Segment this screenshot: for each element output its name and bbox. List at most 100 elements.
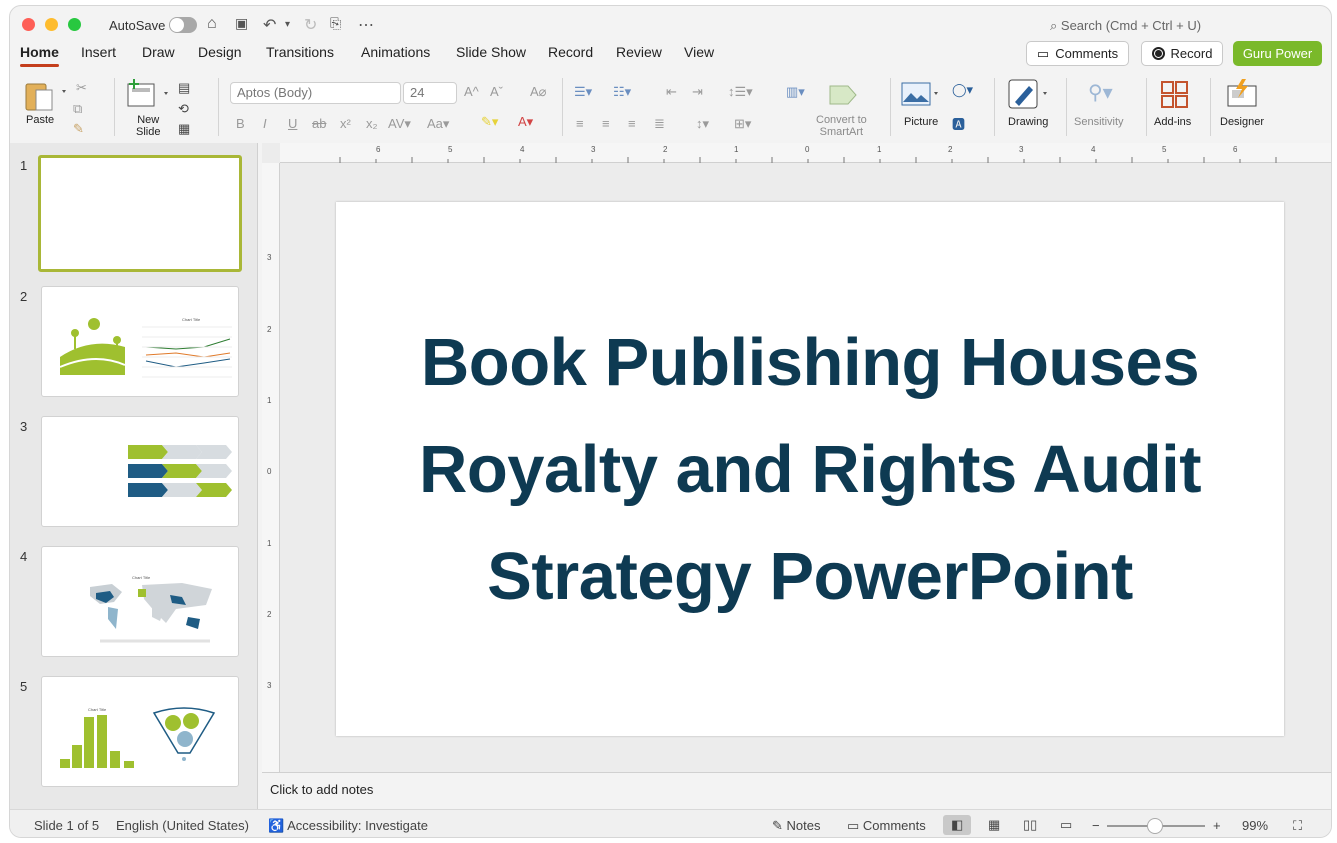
status-bar: Slide 1 of 5 English (United States) ♿ A… — [10, 809, 1331, 837]
paste-label: Paste — [26, 114, 55, 126]
tab-record[interactable]: Record — [548, 44, 593, 60]
autosave-toggle[interactable] — [169, 17, 197, 33]
strikethrough-icon[interactable]: ab — [312, 116, 326, 131]
subscript-icon[interactable]: x₂ — [366, 116, 378, 131]
increase-indent-icon[interactable]: ⇥ — [692, 84, 703, 100]
zoom-slider-handle[interactable] — [1147, 818, 1163, 834]
picture-icon[interactable] — [901, 82, 939, 108]
accessibility-status[interactable]: ♿ Accessibility: Investigate — [268, 818, 428, 834]
tab-review[interactable]: Review — [616, 44, 662, 60]
align-right-icon[interactable]: ≡ — [628, 116, 636, 131]
zoom-out-button[interactable]: − — [1092, 818, 1100, 833]
slide-title[interactable]: Book Publishing Houses Royalty and Right… — [400, 309, 1220, 630]
thumb-number-5: 5 — [20, 679, 28, 694]
format-painter-icon[interactable]: ✎ — [73, 121, 84, 137]
slide-thumbnail-4[interactable]: Chart Title — [41, 546, 239, 657]
clear-format-icon[interactable]: A⌀ — [530, 84, 547, 100]
shapes-icon[interactable]: ◯▾ — [952, 82, 973, 98]
record-button[interactable]: Record — [1141, 41, 1223, 66]
underline-icon[interactable]: U — [288, 116, 297, 131]
tab-animations[interactable]: Animations — [361, 44, 430, 60]
normal-view-button[interactable]: ◧ — [943, 815, 971, 835]
notes-pane[interactable]: Click to add notes — [262, 772, 1331, 809]
slide-thumbnail-3[interactable] — [41, 416, 239, 527]
section-icon[interactable]: ▦ — [178, 121, 190, 137]
bold-icon[interactable]: B — [236, 116, 245, 131]
copy-icon[interactable]: ⧉ — [73, 101, 82, 117]
close-window-button[interactable] — [22, 18, 35, 31]
comments-button[interactable]: ▭ Comments — [1026, 41, 1129, 66]
new-slide-icon[interactable] — [126, 78, 176, 110]
font-name-select[interactable]: Aptos (Body) — [230, 82, 401, 104]
tab-insert[interactable]: Insert — [81, 44, 116, 60]
tab-draw[interactable]: Draw — [142, 44, 175, 60]
ruler-label: 3 — [1019, 145, 1024, 154]
text-direction-icon[interactable]: ↕▾ — [696, 116, 709, 132]
numbering-icon[interactable]: ☷▾ — [613, 84, 631, 100]
superscript-icon[interactable]: x² — [340, 116, 351, 131]
textbox-icon[interactable]: 🅰 — [952, 114, 965, 133]
line-spacing-icon[interactable]: ↕☰▾ — [728, 84, 753, 100]
ruler-label: 5 — [1162, 145, 1167, 154]
ruler-label: 2 — [663, 145, 668, 154]
tab-view[interactable]: View — [684, 44, 714, 60]
font-color-icon[interactable]: A▾ — [518, 114, 533, 130]
align-left-icon[interactable]: ≡ — [576, 116, 584, 131]
align-center-icon[interactable]: ≡ — [602, 116, 610, 131]
cut-icon[interactable]: ✂ — [76, 80, 87, 96]
zoom-in-button[interactable]: + — [1213, 818, 1221, 833]
tab-design[interactable]: Design — [198, 44, 242, 60]
thumb-number-4: 4 — [20, 549, 28, 564]
designer-icon[interactable] — [1226, 78, 1260, 108]
ruler-label: 1 — [267, 396, 272, 405]
highlight-icon[interactable]: ✎▾ — [481, 114, 498, 130]
change-case-icon[interactable]: Aa▾ — [427, 116, 449, 132]
save-icon[interactable]: ▣ — [235, 15, 248, 32]
columns-icon[interactable]: ▥▾ — [786, 84, 805, 100]
tab-transitions[interactable]: Transitions — [266, 44, 334, 60]
minimize-window-button[interactable] — [45, 18, 58, 31]
smartart-icon[interactable] — [828, 82, 860, 108]
sensitivity-icon[interactable]: ⚲▾ — [1088, 80, 1113, 105]
bullets-icon[interactable]: ☰▾ — [574, 84, 592, 100]
slide-thumbnail-5[interactable]: Chart Title — [41, 676, 239, 787]
reading-view-button[interactable]: ▯▯ — [1016, 815, 1044, 835]
slide-canvas[interactable]: Book Publishing Houses Royalty and Right… — [336, 202, 1284, 736]
zoom-window-button[interactable] — [68, 18, 81, 31]
ribbon: Paste ✂ ⧉ ✎ New Slide ▤ ⟲ ▦ Aptos (Body) … — [10, 70, 1331, 144]
smartart-label-line1: Convert to — [816, 114, 867, 126]
character-spacing-icon[interactable]: AV▾ — [388, 116, 411, 132]
ruler-label: 3 — [267, 253, 272, 262]
font-size-select[interactable]: 24 — [403, 82, 457, 104]
decrease-indent-icon[interactable]: ⇤ — [666, 84, 677, 100]
slide-thumbnail-1[interactable] — [38, 155, 242, 272]
notes-toggle[interactable]: ✎ Notes — [772, 818, 820, 834]
home-icon[interactable]: ⌂ — [207, 15, 217, 33]
comments-toggle[interactable]: ▭ Comments — [847, 818, 926, 834]
customize-icon[interactable]: ⎘ — [330, 15, 341, 32]
layout-icon[interactable]: ▤ — [178, 80, 190, 96]
more-icon[interactable]: ⋯ — [358, 15, 374, 35]
italic-icon[interactable]: I — [263, 116, 267, 131]
undo-icon[interactable]: ↶ — [263, 15, 276, 35]
undo-dropdown-icon[interactable]: ▾ — [285, 19, 290, 30]
tab-slide-show[interactable]: Slide Show — [456, 44, 526, 60]
slide-show-button[interactable]: ▭ — [1053, 815, 1081, 835]
fit-to-window-icon[interactable]: ⛶ — [1293, 818, 1302, 834]
zoom-level[interactable]: 99% — [1242, 818, 1268, 833]
paste-icon[interactable] — [24, 78, 68, 112]
language-status[interactable]: English (United States) — [116, 818, 249, 833]
guru-power-button[interactable]: Guru Power — [1233, 41, 1322, 66]
reset-icon[interactable]: ⟲ — [178, 101, 189, 117]
decrease-font-icon[interactable]: Aˇ — [490, 84, 503, 99]
addins-icon[interactable] — [1160, 80, 1190, 108]
redo-icon[interactable]: ↻ — [304, 15, 317, 35]
increase-font-icon[interactable]: A^ — [464, 84, 479, 99]
tab-home[interactable]: Home — [20, 44, 59, 67]
justify-icon[interactable]: ≣ — [654, 116, 665, 132]
slide-thumbnail-2[interactable]: Chart Title — [41, 286, 239, 397]
search-input[interactable]: ⌕ Search (Cmd + Ctrl + U) — [1050, 18, 1201, 34]
align-text-icon[interactable]: ⊞▾ — [734, 116, 751, 132]
drawing-icon[interactable] — [1007, 78, 1051, 110]
slide-sorter-button[interactable]: ▦ — [981, 815, 1009, 835]
